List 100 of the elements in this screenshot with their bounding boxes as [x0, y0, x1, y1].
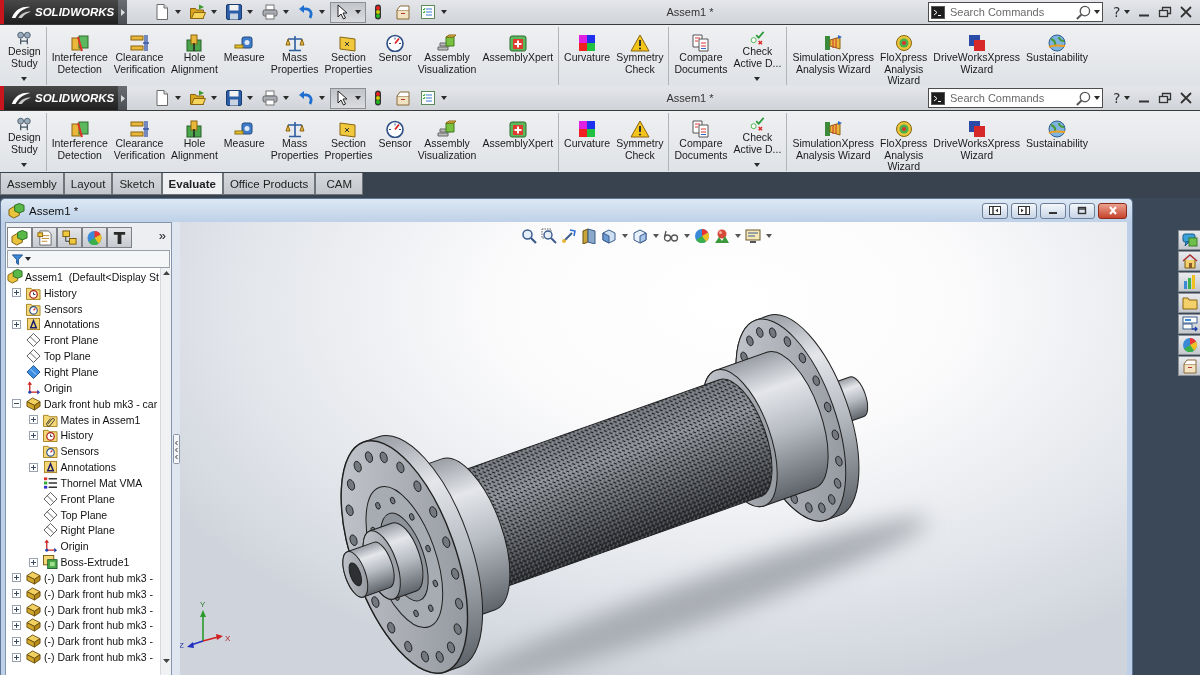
search-icon[interactable] — [1076, 90, 1091, 106]
tree-item[interactable]: Annotations — [44, 318, 100, 331]
caret-icon[interactable] — [1124, 10, 1131, 14]
tree-item[interactable]: Thornel Mat VMA — [60, 476, 143, 489]
cube-corner-icon[interactable] — [601, 228, 617, 244]
tree-item[interactable]: (-) Dark front hub mk3 - — [44, 603, 154, 616]
ribbon-button[interactable]: Design Study — [5, 27, 44, 81]
task-pane-tab[interactable] — [1178, 293, 1200, 313]
task-pane-tab[interactable] — [1178, 251, 1200, 271]
ribbon-button[interactable]: Sustainability — [1023, 27, 1091, 64]
caret-icon[interactable] — [21, 163, 28, 167]
caret-icon[interactable] — [247, 10, 253, 14]
ribbon-button[interactable]: Clearance Verification — [110, 113, 169, 161]
ribbon-button[interactable]: SimulationXpress Analysis Wizard — [789, 27, 878, 75]
panel-tab[interactable] — [57, 227, 82, 248]
close-icon[interactable] — [1179, 92, 1194, 104]
caret-icon[interactable] — [283, 96, 289, 100]
tree-item[interactable]: Mates in Assem1 — [60, 413, 141, 426]
caret-icon[interactable] — [653, 234, 659, 238]
ribbon-button[interactable]: AssemblyXpert — [479, 27, 557, 64]
grip-handle-icon[interactable] — [172, 433, 180, 464]
ribbon-button[interactable]: Assembly Visualization — [414, 113, 480, 161]
striped-block-icon[interactable] — [581, 228, 597, 244]
minimize-button[interactable] — [1040, 202, 1066, 219]
ribbon-button[interactable]: FloXpress Analysis Wizard — [877, 113, 931, 173]
flyout-button[interactable] — [118, 86, 127, 110]
tree-item[interactable]: Origin — [44, 381, 72, 394]
plus-box-icon[interactable] — [12, 621, 21, 630]
plus-box-icon[interactable] — [12, 636, 21, 646]
caret-icon[interactable] — [25, 257, 31, 261]
ribbon-button[interactable]: SimulationXpress Analysis Wizard — [789, 113, 878, 161]
help-button[interactable]: ? — [1113, 91, 1121, 105]
task-pane-tab[interactable] — [1178, 230, 1200, 250]
tree-item[interactable]: History — [44, 286, 77, 299]
tree-item[interactable]: Top Plane — [44, 350, 91, 363]
tab[interactable]: Office Products — [222, 173, 316, 195]
ribbon-button[interactable]: AssemblyXpert — [479, 113, 557, 150]
close-icon[interactable] — [1179, 6, 1194, 18]
ribbon-button[interactable]: Symmetry Check — [613, 113, 667, 161]
caret-icon[interactable] — [1124, 96, 1131, 100]
ribbon-button[interactable]: Compare Documents — [671, 113, 731, 161]
task-pane-tab[interactable] — [1178, 356, 1200, 376]
caret-icon[interactable] — [319, 96, 325, 100]
close-button[interactable] — [1098, 202, 1127, 219]
toolbar-button[interactable] — [330, 1, 366, 23]
expand-button[interactable]: » — [155, 228, 169, 243]
caret-icon[interactable] — [211, 10, 217, 14]
caret-icon[interactable] — [754, 163, 761, 167]
color-ball-icon[interactable] — [694, 228, 710, 244]
plus-box-icon[interactable] — [12, 605, 21, 615]
tree-item[interactable]: Front Plane — [60, 492, 115, 505]
ribbon-button[interactable]: Curvature — [561, 113, 614, 150]
tree-item[interactable]: Boss-Extrude1 — [60, 556, 130, 569]
ribbon-button[interactable]: Hole Alignment — [168, 27, 221, 75]
tab[interactable]: Sketch — [112, 173, 162, 195]
caret-icon[interactable] — [283, 10, 289, 14]
filter-field[interactable] — [7, 250, 170, 268]
ribbon-button[interactable]: FloXpress Analysis Wizard — [877, 27, 931, 87]
tree-item[interactable]: (-) Dark front hub mk3 - — [44, 587, 154, 600]
magnifier-icon[interactable] — [521, 228, 537, 244]
ribbon-button[interactable]: Check Active D... — [730, 113, 785, 167]
ribbon-button[interactable]: Curvature — [561, 27, 614, 64]
tab[interactable]: Assembly — [0, 173, 64, 195]
tree-item[interactable]: Sensors — [60, 445, 100, 458]
tree-item[interactable]: (-) Dark front hub mk3 - — [44, 619, 154, 632]
tree-item[interactable]: Origin — [60, 540, 89, 553]
vertical-scrollbar[interactable] — [160, 268, 171, 675]
task-pane-tab[interactable] — [1178, 314, 1200, 334]
tree-item[interactable]: (-) Dark front hub mk3 - — [44, 635, 154, 648]
plus-box-icon[interactable] — [12, 652, 21, 662]
tree-item[interactable]: Front Plane — [44, 334, 99, 347]
caret-icon[interactable] — [211, 96, 217, 100]
down-arrow-icon[interactable] — [162, 659, 170, 663]
ribbon-button[interactable]: Compare Documents — [671, 27, 731, 75]
caret-icon[interactable] — [735, 234, 741, 238]
monitor-icon[interactable] — [745, 228, 761, 244]
caret-icon[interactable] — [1094, 96, 1100, 100]
caret-icon[interactable] — [247, 96, 253, 100]
tab[interactable]: Evaluate — [161, 173, 223, 195]
help-button[interactable]: ? — [1113, 5, 1121, 19]
ribbon-button[interactable]: Section Properties — [321, 27, 376, 75]
landscape-ball-icon[interactable] — [714, 228, 730, 244]
ribbon-button[interactable]: Sensor — [375, 113, 415, 150]
tile-right-button[interactable] — [1011, 202, 1037, 219]
ribbon-button[interactable]: Symmetry Check — [613, 27, 667, 75]
caret-icon[interactable] — [754, 77, 761, 81]
ribbon-button[interactable]: Sensor — [375, 27, 415, 64]
ribbon-button[interactable]: Section Properties — [321, 113, 376, 161]
ribbon-button[interactable]: Sustainability — [1023, 113, 1091, 150]
ribbon-button[interactable]: DriveWorksXpress Wizard — [930, 27, 1024, 75]
ribbon-button[interactable]: Mass Properties — [267, 113, 322, 161]
caret-icon[interactable] — [319, 10, 325, 14]
plus-box-icon[interactable] — [28, 415, 38, 424]
ribbon-button[interactable]: Hole Alignment — [168, 113, 221, 161]
caret-icon[interactable] — [355, 96, 361, 100]
funnel-icon[interactable] — [12, 253, 23, 265]
restore-button[interactable] — [1069, 202, 1095, 219]
tree-item[interactable]: Right Plane — [60, 524, 115, 537]
ribbon-button[interactable]: Clearance Verification — [110, 27, 169, 75]
plus-box-icon[interactable] — [28, 430, 38, 440]
